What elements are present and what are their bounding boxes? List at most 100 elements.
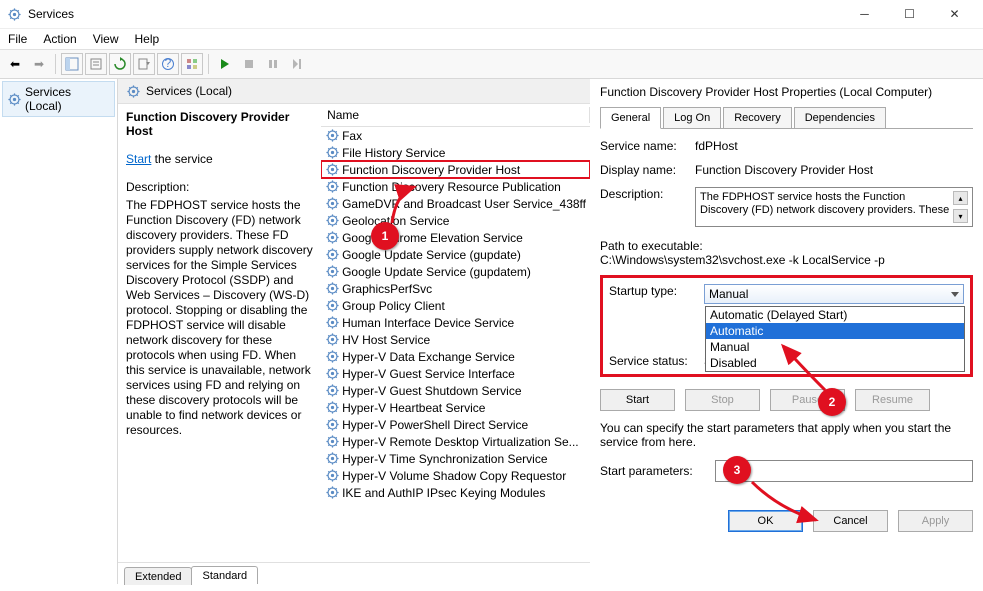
tree-root-label: Services (Local) bbox=[25, 85, 110, 113]
titlebar: Services ─ ☐ ✕ bbox=[0, 0, 983, 29]
gear-icon bbox=[325, 129, 339, 143]
startup-dropdown: Automatic (Delayed Start) Automatic Manu… bbox=[705, 306, 965, 372]
path-value: C:\Windows\system32\svchost.exe -k Local… bbox=[600, 253, 973, 267]
help-button[interactable]: ? bbox=[157, 53, 179, 75]
dialog-title: Function Discovery Provider Host Propert… bbox=[600, 85, 973, 99]
service-row[interactable]: IKE and AuthIP IPsec Keying Modules bbox=[321, 484, 590, 501]
pause-button[interactable] bbox=[262, 53, 284, 75]
gear-icon bbox=[126, 84, 140, 98]
menu-action[interactable]: Action bbox=[43, 32, 76, 46]
service-row[interactable]: Hyper-V Volume Shadow Copy Requestor bbox=[321, 467, 590, 484]
scroll-up-button[interactable]: ▴ bbox=[953, 191, 968, 205]
tab-extended[interactable]: Extended bbox=[124, 567, 192, 585]
back-button[interactable]: ⬅ bbox=[4, 53, 26, 75]
service-row[interactable]: Fax bbox=[321, 127, 590, 144]
stop-button[interactable]: Stop bbox=[685, 389, 760, 411]
service-row[interactable]: Geolocation Service bbox=[321, 212, 590, 229]
gear-icon bbox=[325, 350, 339, 364]
column-header-name[interactable]: Name bbox=[321, 104, 590, 127]
service-list: Name FaxFile History Service Function Dis… bbox=[321, 104, 590, 562]
tree-root[interactable]: Services (Local) bbox=[2, 81, 115, 117]
service-row[interactable]: Google Update Service (gupdatem) bbox=[321, 263, 590, 280]
service-row[interactable]: Human Interface Device Service bbox=[321, 314, 590, 331]
menu-help[interactable]: Help bbox=[135, 32, 160, 46]
description-pane: Function Discovery Provider Host Start t… bbox=[118, 104, 321, 562]
export-button[interactable] bbox=[133, 53, 155, 75]
tab-recovery[interactable]: Recovery bbox=[723, 107, 791, 129]
note-text: You can specify the start parameters tha… bbox=[600, 421, 973, 450]
maximize-button[interactable]: ☐ bbox=[887, 0, 932, 29]
forward-button[interactable]: ➡ bbox=[28, 53, 50, 75]
service-row[interactable]: Hyper-V Time Synchronization Service bbox=[321, 450, 590, 467]
service-name: Group Policy Client bbox=[342, 299, 445, 313]
gear-icon bbox=[325, 197, 339, 211]
service-name: Hyper-V Guest Shutdown Service bbox=[342, 384, 521, 398]
service-name: Hyper-V Guest Service Interface bbox=[342, 367, 515, 381]
dropdown-item[interactable]: Automatic (Delayed Start) bbox=[706, 307, 964, 323]
grid-button[interactable] bbox=[181, 53, 203, 75]
resume-button[interactable]: Resume bbox=[855, 389, 930, 411]
service-row[interactable]: HV Host Service bbox=[321, 331, 590, 348]
service-row[interactable]: Function Discovery Resource Publication bbox=[321, 178, 590, 195]
annotation-3: 3 bbox=[723, 456, 751, 484]
service-row[interactable]: Google Update Service (gupdate) bbox=[321, 246, 590, 263]
description-label: Description: bbox=[126, 180, 313, 194]
scroll-down-button[interactable]: ▾ bbox=[953, 209, 968, 223]
service-row[interactable]: Hyper-V Guest Service Interface bbox=[321, 365, 590, 382]
service-name: Hyper-V PowerShell Direct Service bbox=[342, 418, 528, 432]
dropdown-item[interactable]: Disabled bbox=[706, 355, 964, 371]
service-row[interactable]: Function Discovery Provider Host bbox=[321, 161, 590, 178]
mid-header-label: Services (Local) bbox=[146, 84, 232, 98]
prop-description-box: The FDPHOST service hosts the Function D… bbox=[695, 187, 973, 227]
restart-button[interactable] bbox=[286, 53, 308, 75]
stop-button[interactable] bbox=[238, 53, 260, 75]
prop-description-text: The FDPHOST service hosts the Function D… bbox=[700, 191, 953, 223]
service-row[interactable]: Hyper-V PowerShell Direct Service bbox=[321, 416, 590, 433]
service-row[interactable]: Hyper-V Remote Desktop Virtualization Se… bbox=[321, 433, 590, 450]
gear-icon bbox=[325, 299, 339, 313]
service-row[interactable]: GameDVR and Broadcast User Service_438ff bbox=[321, 195, 590, 212]
menu-view[interactable]: View bbox=[93, 32, 119, 46]
play-button[interactable] bbox=[214, 53, 236, 75]
selected-service-title: Function Discovery Provider Host bbox=[126, 110, 313, 138]
service-name: Google Update Service (gupdate) bbox=[342, 248, 521, 262]
service-name: Hyper-V Volume Shadow Copy Requestor bbox=[342, 469, 566, 483]
service-row[interactable]: Hyper-V Data Exchange Service bbox=[321, 348, 590, 365]
gear-icon bbox=[325, 333, 339, 347]
service-row[interactable]: Group Policy Client bbox=[321, 297, 590, 314]
refresh-button[interactable] bbox=[109, 53, 131, 75]
gear-icon bbox=[325, 282, 339, 296]
service-row[interactable]: Google Chrome Elevation Service bbox=[321, 229, 590, 246]
dropdown-item[interactable]: Manual bbox=[706, 339, 964, 355]
annotation-1: 1 bbox=[371, 222, 399, 250]
service-name: Function Discovery Provider Host bbox=[342, 163, 520, 177]
startup-type-combo[interactable]: Manual bbox=[704, 284, 964, 304]
dropdown-item[interactable]: Automatic bbox=[706, 323, 964, 339]
service-row[interactable]: GraphicsPerfSvc bbox=[321, 280, 590, 297]
service-name: Hyper-V Time Synchronization Service bbox=[342, 452, 547, 466]
tab-logon[interactable]: Log On bbox=[663, 107, 721, 129]
start-button[interactable]: Start bbox=[600, 389, 675, 411]
gear-icon bbox=[325, 469, 339, 483]
show-hide-button[interactable] bbox=[61, 53, 83, 75]
apply-button[interactable]: Apply bbox=[898, 510, 973, 532]
start-params-label: Start parameters: bbox=[600, 464, 715, 478]
service-row[interactable]: File History Service bbox=[321, 144, 590, 161]
service-name: Hyper-V Data Exchange Service bbox=[342, 350, 515, 364]
properties-button[interactable] bbox=[85, 53, 107, 75]
start-link[interactable]: Start bbox=[126, 152, 151, 166]
tab-general[interactable]: General bbox=[600, 107, 661, 129]
service-row[interactable]: Hyper-V Guest Shutdown Service bbox=[321, 382, 590, 399]
tab-standard[interactable]: Standard bbox=[191, 566, 258, 584]
gear-icon bbox=[325, 248, 339, 262]
service-row[interactable]: Hyper-V Heartbeat Service bbox=[321, 399, 590, 416]
minimize-button[interactable]: ─ bbox=[842, 0, 887, 29]
annotation-arrow-2 bbox=[775, 340, 835, 395]
menu-file[interactable]: File bbox=[8, 32, 27, 46]
svg-text:?: ? bbox=[165, 57, 172, 70]
tab-dependencies[interactable]: Dependencies bbox=[794, 107, 886, 129]
service-name: Hyper-V Heartbeat Service bbox=[342, 401, 485, 415]
gear-icon bbox=[325, 435, 339, 449]
app-icon bbox=[6, 6, 22, 22]
close-button[interactable]: ✕ bbox=[932, 0, 977, 29]
